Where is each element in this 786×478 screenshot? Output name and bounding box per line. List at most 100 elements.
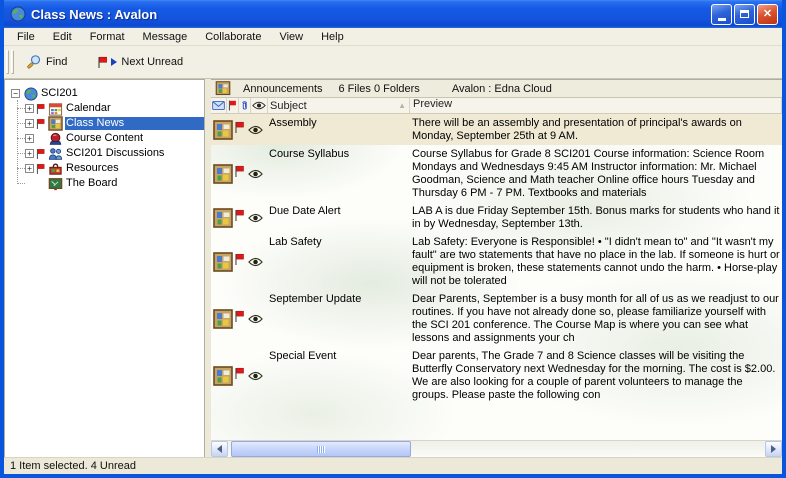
close-button[interactable]: ✕ (757, 4, 778, 25)
eye-icon (248, 169, 263, 179)
bulletin-board-icon (213, 208, 233, 228)
tree-item-label[interactable]: SCI201 Discussions (65, 147, 167, 160)
unread-flag-icon (34, 118, 47, 130)
tree-item-resources[interactable]: + Resources (5, 161, 204, 176)
scroll-left-button[interactable] (211, 441, 228, 457)
tree-item-calendar[interactable]: + Calendar (5, 101, 204, 116)
tree-root[interactable]: − SCI201 (5, 86, 204, 101)
message-subject[interactable]: Due Date Alert (267, 204, 409, 231)
message-subject[interactable]: Course Syllabus (267, 147, 409, 200)
eye-icon (252, 101, 266, 110)
expand-box-icon[interactable]: + (25, 119, 34, 128)
bulletin-board-icon (213, 164, 233, 184)
tree-item-label[interactable]: The Board (65, 177, 120, 190)
minimize-button[interactable] (711, 4, 732, 25)
menu-item-view[interactable]: View (270, 30, 312, 44)
tree-item-label[interactable]: Course Content (65, 132, 146, 145)
message-subject[interactable]: Lab Safety (267, 235, 409, 288)
class-news-icon (47, 116, 64, 131)
bulletin-board-icon (213, 366, 233, 386)
column-subject[interactable]: Subject ▲ (268, 98, 410, 113)
resources-icon (47, 162, 64, 176)
column-preview[interactable]: Preview (410, 98, 782, 113)
message-row[interactable]: September Update Dear Parents, September… (211, 290, 782, 347)
menu-item-file[interactable]: File (8, 30, 44, 44)
message-preview: Dear Parents, September is a busy month … (409, 292, 782, 345)
message-subject[interactable]: September Update (267, 292, 409, 345)
arrow-right-icon (111, 58, 117, 66)
find-button[interactable]: Find (20, 51, 73, 73)
course-content-icon (47, 132, 64, 146)
tree-item-label[interactable]: Calendar (65, 102, 114, 115)
status-text: 1 Item selected. 4 Unread (10, 460, 136, 472)
message-preview: Lab Safety: Everyone is Responsible! • "… (409, 235, 782, 288)
flag-icon (228, 100, 237, 111)
expand-box-icon[interactable]: + (25, 164, 34, 173)
message-subject[interactable]: Special Event (267, 349, 409, 402)
bulletin-board-icon (215, 81, 231, 96)
eye-icon (248, 314, 263, 324)
menu-item-help[interactable]: Help (312, 30, 353, 44)
envelope-icon (212, 101, 225, 110)
message-panel: Announcements 6 Files 0 Folders Avalon :… (211, 79, 782, 457)
server-user: Avalon : Edna Cloud (452, 83, 552, 95)
unread-flag-icon (234, 121, 245, 134)
unread-flag-icon (34, 163, 47, 175)
expand-box-icon[interactable]: + (25, 149, 34, 158)
next-unread-button[interactable]: Next Unread (91, 53, 189, 72)
conference-info-bar: Announcements 6 Files 0 Folders Avalon :… (211, 80, 782, 98)
column-attachment[interactable] (239, 98, 251, 113)
menu-item-message[interactable]: Message (134, 30, 197, 44)
flag-icon (97, 56, 108, 69)
scrollbar-thumb[interactable] (231, 441, 411, 457)
expand-box-icon[interactable]: + (25, 134, 34, 143)
next-unread-label: Next Unread (121, 56, 183, 68)
tree-item-label[interactable]: Resources (65, 162, 122, 175)
message-row[interactable]: Special Event Dear parents, The Grade 7 … (211, 347, 782, 404)
column-header: Subject ▲ Preview (211, 98, 782, 114)
sort-ascending-icon[interactable]: ▲ (398, 101, 406, 110)
collapse-box-icon[interactable]: − (11, 89, 20, 98)
tree-item-label[interactable]: Class News (65, 117, 204, 130)
column-viewed[interactable] (251, 98, 268, 113)
message-row[interactable]: Course Syllabus Course Syllabus for Grad… (211, 145, 782, 202)
bulletin-board-icon (213, 120, 233, 140)
message-preview: Course Syllabus for Grade 8 SCI201 Cours… (409, 147, 782, 200)
menu-item-format[interactable]: Format (81, 30, 134, 44)
expand-box-icon[interactable]: + (25, 104, 34, 113)
globe-icon (22, 87, 39, 101)
window-title: Class News : Avalon (31, 7, 711, 22)
menu-item-collaborate[interactable]: Collaborate (196, 30, 270, 44)
unread-flag-icon (234, 209, 245, 222)
message-row[interactable]: Lab Safety Lab Safety: Everyone is Respo… (211, 233, 782, 290)
column-flag[interactable] (227, 98, 239, 113)
board-icon (47, 177, 64, 191)
scroll-right-button[interactable] (765, 441, 782, 457)
tree-item-sci201-discussions[interactable]: + SCI201 Discussions (5, 146, 204, 161)
bulletin-board-icon (213, 309, 233, 329)
tree-item-course-content[interactable]: + Course Content (5, 131, 204, 146)
column-envelope[interactable] (211, 98, 227, 113)
menu-item-edit[interactable]: Edit (44, 30, 81, 44)
calendar-icon (47, 102, 64, 116)
tree-item-the-board[interactable]: The Board (5, 176, 204, 191)
tree-item-class-news[interactable]: + Class News (5, 116, 204, 131)
message-row[interactable]: Due Date Alert LAB A is due Friday Septe… (211, 202, 782, 233)
find-label: Find (46, 56, 67, 68)
menubar: FileEditFormatMessageCollaborateViewHelp (4, 28, 782, 46)
eye-icon (248, 213, 263, 223)
unread-flag-icon (34, 103, 47, 115)
conference-tree: − SCI201 + Calendar + Class News + (4, 79, 205, 457)
message-subject[interactable]: Assembly (267, 116, 409, 143)
tree-root-label[interactable]: SCI201 (40, 87, 81, 100)
magnifier-icon (26, 54, 42, 70)
message-preview: LAB A is due Friday September 15th. Bonu… (409, 204, 782, 231)
message-preview: There will be an assembly and presentati… (409, 116, 782, 143)
file-folder-counts: 6 Files 0 Folders (339, 83, 420, 95)
toolbar-gripper[interactable] (6, 50, 16, 74)
message-row[interactable]: Assembly There will be an assembly and p… (211, 114, 782, 145)
message-list: Assembly There will be an assembly and p… (211, 114, 782, 440)
horizontal-scrollbar[interactable] (211, 440, 782, 457)
unread-flag-icon (234, 367, 245, 380)
maximize-button[interactable] (734, 4, 755, 25)
